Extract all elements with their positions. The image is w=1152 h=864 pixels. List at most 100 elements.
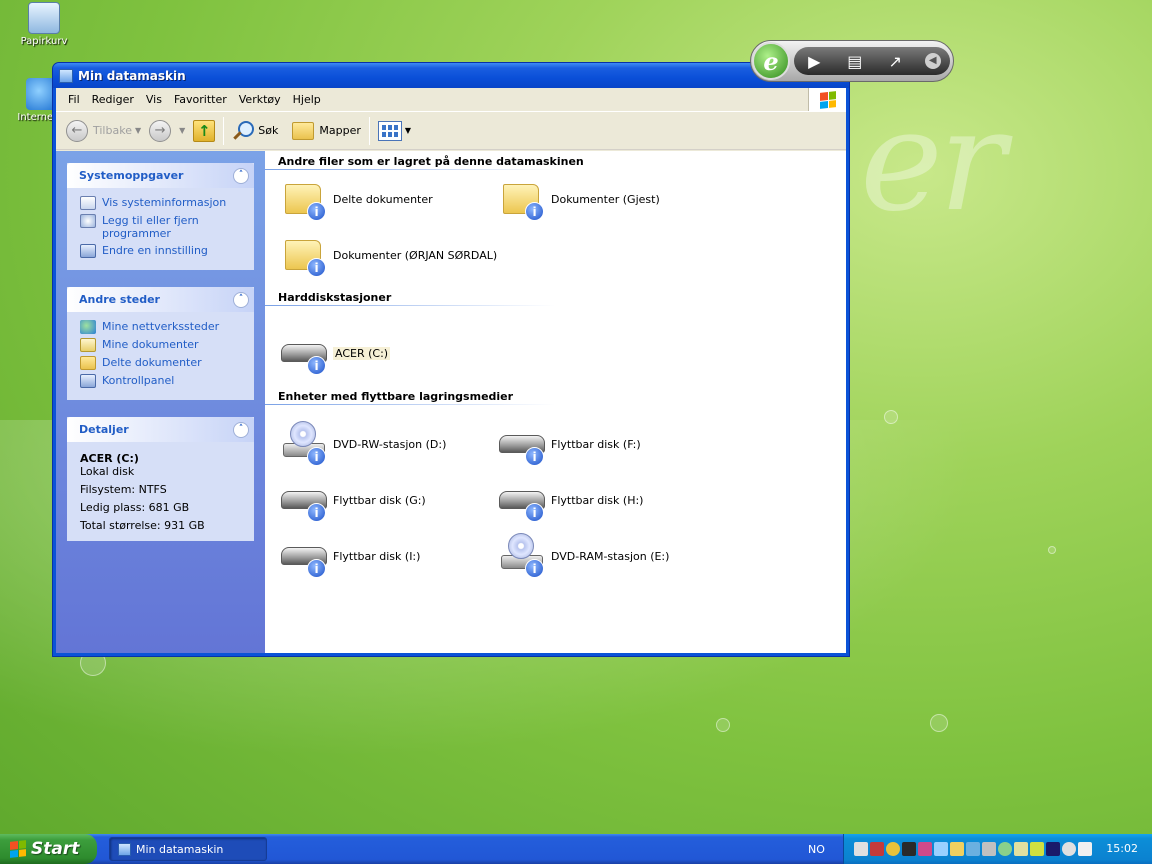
other-places-title: Andre steder (79, 293, 160, 306)
document-icon[interactable]: ▤ (844, 52, 866, 71)
item-label: Dokumenter (Gjest) (551, 192, 660, 206)
menu-file[interactable]: Fil (62, 93, 86, 106)
computer-icon (59, 68, 73, 83)
removable-disk-icon: i (499, 477, 545, 523)
menu-edit[interactable]: Rediger (86, 93, 140, 106)
search-button[interactable]: Søk (228, 116, 282, 146)
taskbar: Start Min datamaskin NO 15:02 (0, 834, 1152, 864)
removable-disk-icon: i (281, 533, 327, 579)
place-label: Delte dokumenter (102, 356, 202, 369)
item-label: DVD-RAM-stasjon (E:) (551, 549, 670, 563)
menu-favorites[interactable]: Favoritter (168, 93, 233, 106)
other-places-header[interactable]: Andre steder ˄ (67, 287, 254, 312)
search-icon (232, 120, 255, 142)
place-shared-documents[interactable]: Delte dokumenter (80, 356, 246, 370)
back-arrow-icon: ← (66, 119, 88, 142)
item-label: Flyttbar disk (H:) (551, 493, 644, 507)
details-total-size: Total størrelse: 931 GB (80, 519, 205, 532)
taskbar-button-label: Min datamaskin (136, 842, 224, 856)
details-title: Detaljer (79, 423, 129, 436)
window-titlebar[interactable]: Min datamaskin (53, 63, 849, 88)
place-label: Kontrollpanel (102, 374, 175, 387)
tray-icon[interactable] (950, 842, 964, 856)
tray-icon[interactable] (1062, 842, 1076, 856)
system-tasks-header[interactable]: Systemoppgaver ˄ (67, 163, 254, 188)
tray-icon[interactable] (1078, 842, 1092, 856)
system-info-icon (80, 196, 96, 210)
task-change-setting[interactable]: Endre en innstilling (80, 244, 246, 258)
group-title: Harddiskstasjoner (265, 290, 846, 307)
toolbar: ← Tilbake ▼ → ▼ ↑ Søk Mapper ▼ (56, 112, 846, 150)
place-control-panel[interactable]: Kontrollpanel (80, 374, 246, 388)
collapse-icon[interactable]: ˄ (233, 421, 249, 438)
folders-button[interactable]: Mapper (288, 116, 365, 146)
trend-icon[interactable]: ↗ (884, 52, 906, 71)
language-indicator[interactable]: NO (808, 843, 825, 856)
start-button[interactable]: Start (0, 834, 97, 864)
tray-icon[interactable] (998, 842, 1012, 856)
item-drive-d[interactable]: i DVD-RW-stasjon (D:) (281, 416, 499, 472)
task-label: Endre en innstilling (102, 244, 208, 257)
recycle-bin-icon (28, 2, 60, 34)
removable-disk-icon: i (499, 421, 545, 467)
item-drive-e[interactable]: i DVD-RAM-stasjon (E:) (499, 528, 717, 584)
empowering-logo-button[interactable]: e (752, 42, 790, 80)
item-drive-i[interactable]: i Flyttbar disk (I:) (281, 528, 499, 584)
item-label: Flyttbar disk (G:) (333, 493, 426, 507)
item-drive-h[interactable]: i Flyttbar disk (H:) (499, 472, 717, 528)
launcher-strip: ▶ ▤ ↗ ◀ (794, 47, 950, 75)
item-shared-documents[interactable]: i Delte dokumenter (281, 171, 499, 227)
group-title: Andre filer som er lagret på denne datam… (265, 154, 846, 171)
collapse-icon[interactable]: ˄ (233, 291, 249, 308)
collapse-icon[interactable]: ˄ (233, 167, 249, 184)
chevron-down-icon[interactable]: ▼ (405, 126, 411, 135)
place-network-places[interactable]: Mine nettverkssteder (80, 320, 246, 334)
toolbar-separator (223, 116, 225, 145)
chevron-down-icon[interactable]: ▼ (135, 126, 141, 135)
details-header[interactable]: Detaljer ˄ (67, 417, 254, 442)
windows-flag-icon (10, 840, 26, 858)
place-my-documents[interactable]: Mine dokumenter (80, 338, 246, 352)
views-icon (377, 120, 402, 141)
menu-tools[interactable]: Verktøy (233, 93, 287, 106)
collapse-arrow-icon[interactable]: ◀ (924, 53, 941, 69)
tray-icon[interactable] (1046, 842, 1060, 856)
my-documents-icon (80, 338, 96, 352)
tray-icon[interactable] (934, 842, 948, 856)
windows-flag-icon (819, 90, 836, 109)
group-items: i ACER (C:) (265, 307, 846, 389)
menu-view[interactable]: Vis (140, 93, 168, 106)
tray-icon[interactable] (982, 842, 996, 856)
tray-icon[interactable] (902, 842, 916, 856)
task-add-remove-programs[interactable]: Legg til eller fjern programmer (80, 214, 246, 240)
tray-icon[interactable] (966, 842, 980, 856)
menu-help[interactable]: Hjelp (287, 93, 327, 106)
back-button[interactable]: ← Tilbake ▼ (62, 116, 145, 146)
taskbar-button-my-computer[interactable]: Min datamaskin (109, 837, 267, 861)
tray-icon[interactable] (1014, 842, 1028, 856)
explorer-body: Systemoppgaver ˄ Vis systeminformasjon L… (56, 151, 846, 653)
tray-icon[interactable] (1030, 842, 1044, 856)
removable-disk-icon: i (281, 477, 327, 523)
up-button[interactable]: ↑ (189, 116, 219, 146)
views-button[interactable]: ▼ (374, 116, 415, 146)
tray-icon[interactable] (870, 842, 884, 856)
item-drive-g[interactable]: i Flyttbar disk (G:) (281, 472, 499, 528)
system-tray: 15:02 (843, 834, 1152, 864)
dvd-drive-icon: i (281, 421, 327, 467)
clock[interactable]: 15:02 (1106, 842, 1138, 855)
play-icon[interactable]: ▶ (803, 52, 825, 71)
item-drive-f[interactable]: i Flyttbar disk (F:) (499, 416, 717, 472)
desktop-icon-recycle-bin[interactable]: Papirkurv (4, 2, 84, 47)
task-view-system-info[interactable]: Vis systeminformasjon (80, 196, 246, 210)
forward-button[interactable]: → ▼ (145, 116, 189, 146)
background-bubble (930, 714, 948, 732)
chevron-down-icon[interactable]: ▼ (179, 126, 185, 135)
system-tasks-panel: Systemoppgaver ˄ Vis systeminformasjon L… (67, 163, 254, 270)
item-user-documents[interactable]: i Dokumenter (ØRJAN SØRDAL) (281, 227, 499, 283)
tray-icon[interactable] (854, 842, 868, 856)
item-guest-documents[interactable]: i Dokumenter (Gjest) (499, 171, 717, 227)
tray-icon[interactable] (918, 842, 932, 856)
tray-icon[interactable] (886, 842, 900, 856)
item-drive-c[interactable]: i ACER (C:) (281, 325, 499, 381)
